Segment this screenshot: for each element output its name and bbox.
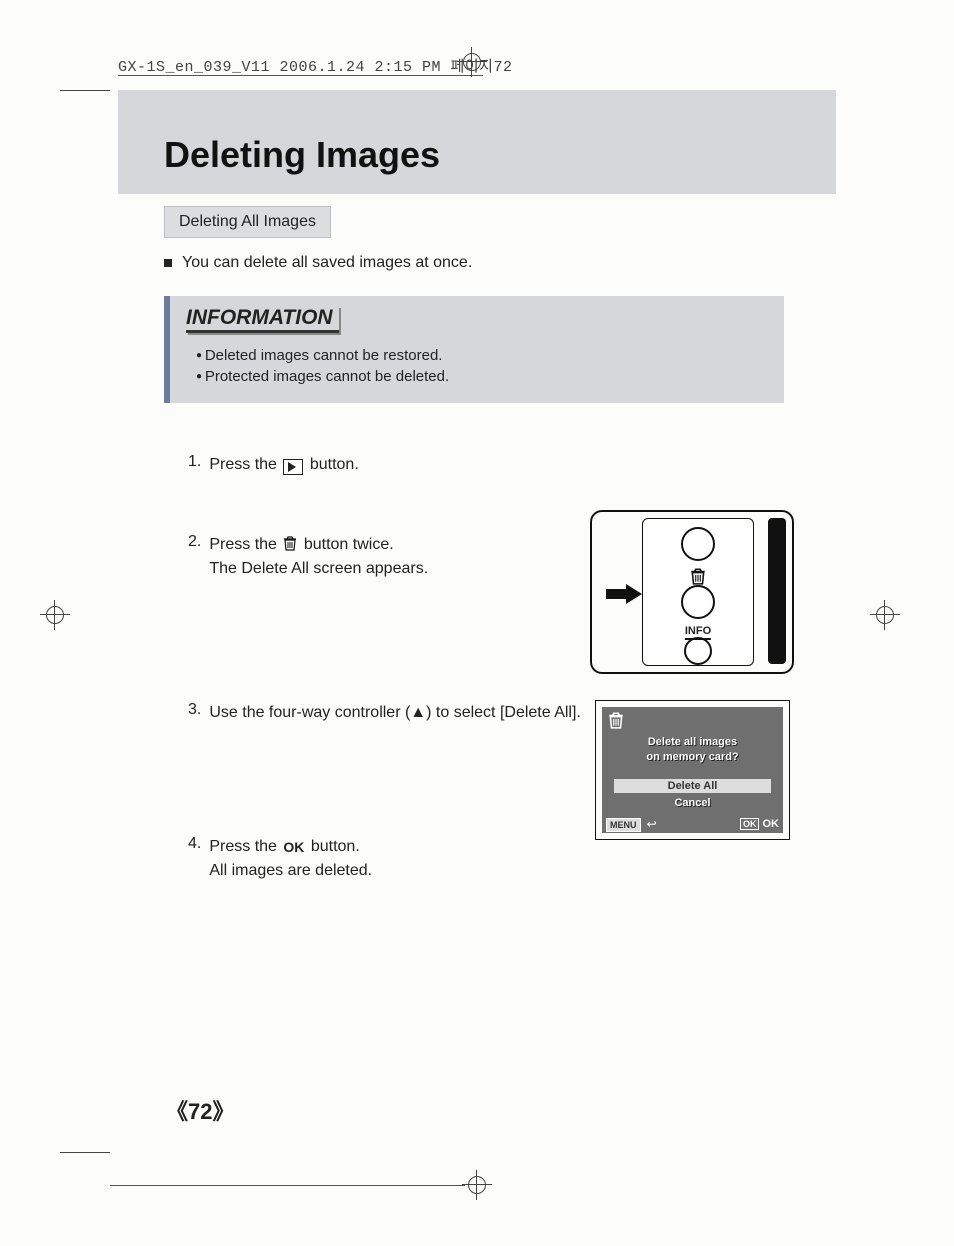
print-job-slug: GX-1S_en_039_V11 2006.1.24 2:15 PM 페이지72 bbox=[118, 55, 512, 76]
crop-mark bbox=[110, 1185, 465, 1186]
intro-text: You can delete all saved images at once. bbox=[182, 254, 472, 272]
camera-button bbox=[681, 585, 715, 619]
header-rule bbox=[118, 75, 483, 76]
trash-icon bbox=[283, 535, 297, 559]
square-bullet-icon bbox=[164, 259, 172, 267]
return-arrow-icon: ↩ bbox=[647, 817, 657, 831]
lcd-screen-diagram: Delete all imageson memory card? Delete … bbox=[595, 700, 790, 840]
registration-mark-right bbox=[870, 600, 900, 630]
lcd-message: Delete all imageson memory card? bbox=[602, 735, 783, 766]
registration-mark-left bbox=[40, 600, 70, 630]
camera-back-diagram: INFO bbox=[590, 510, 794, 674]
lcd-option-cancel: Cancel bbox=[614, 797, 771, 809]
step-text: The Delete All screen appears. bbox=[209, 560, 428, 577]
registration-mark-top bbox=[457, 47, 487, 77]
title-band: Deleting Images bbox=[118, 90, 836, 194]
page-title: Deleting Images bbox=[164, 134, 836, 176]
page-number: 《72》 bbox=[166, 1094, 234, 1126]
step-number: 4. bbox=[188, 835, 201, 883]
info-item: Protected images cannot be deleted. bbox=[196, 368, 768, 385]
section-subhead: Deleting All Images bbox=[164, 206, 331, 238]
step-number: 3. bbox=[188, 701, 201, 725]
info-item: Deleted images cannot be restored. bbox=[196, 347, 768, 364]
information-heading: INFORMATION bbox=[186, 306, 339, 333]
ok-icon: OK bbox=[283, 837, 304, 858]
step-text: button twice. bbox=[304, 536, 394, 553]
step-1: 1. Press the button. bbox=[188, 453, 836, 477]
camera-button bbox=[684, 637, 712, 665]
step-text: button. bbox=[310, 456, 359, 473]
camera-grip bbox=[768, 518, 786, 664]
registration-mark-bottom bbox=[462, 1170, 492, 1200]
crop-mark bbox=[60, 90, 110, 91]
step-number: 1. bbox=[188, 453, 201, 477]
step-text: Press the bbox=[209, 456, 277, 473]
menu-badge: MENU bbox=[606, 818, 641, 832]
ok-label: OK bbox=[763, 818, 780, 830]
step-4: 4. Press the OK button. All images are d… bbox=[188, 835, 836, 883]
trash-icon bbox=[608, 711, 624, 732]
crop-mark bbox=[60, 1152, 110, 1153]
step-text: All images are deleted. bbox=[209, 862, 372, 879]
information-box: INFORMATION Deleted images cannot be res… bbox=[164, 296, 784, 403]
step-text: Use the four-way controller (▲) to selec… bbox=[209, 704, 581, 721]
lcd-option-delete-all: Delete All bbox=[614, 779, 771, 793]
arrow-icon bbox=[606, 584, 644, 604]
intro-line: You can delete all saved images at once. bbox=[164, 254, 836, 272]
camera-button bbox=[681, 527, 715, 561]
step-text: button. bbox=[311, 838, 360, 855]
step-text: Press the bbox=[209, 838, 277, 855]
playback-icon bbox=[283, 459, 303, 475]
ok-badge: OK bbox=[740, 818, 760, 830]
step-text: Press the bbox=[209, 536, 277, 553]
step-number: 2. bbox=[188, 533, 201, 581]
